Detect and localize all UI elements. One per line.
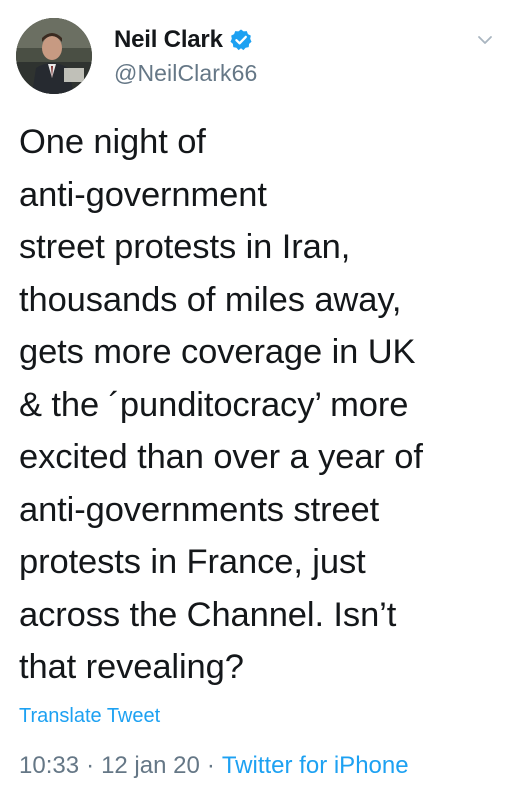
tweet-text-line: that revealing? <box>19 648 244 686</box>
meta-separator: · <box>206 752 215 779</box>
user-handle[interactable]: @NeilClark66 <box>114 60 257 87</box>
display-name-row: Neil Clark <box>114 24 257 56</box>
avatar-image <box>16 18 92 94</box>
display-name[interactable]: Neil Clark <box>114 26 223 54</box>
tweet-date[interactable]: 12 jan 20 <box>101 752 200 779</box>
translate-tweet-link[interactable]: Translate Tweet <box>19 705 160 728</box>
tweet-text: One night of anti-government street prot… <box>19 116 499 694</box>
tweet-text-line: & the ´punditocracy’ more <box>19 385 409 424</box>
tweet-text-line: One night of <box>19 123 206 161</box>
tweet-text-line: thousands of miles away, <box>19 280 402 319</box>
tweet-card: Neil Clark @NeilClark66 One night of ant… <box>0 0 511 800</box>
tweet-text-line: gets more coverage in UK <box>19 333 416 371</box>
tweet-text-line: protests in France, just <box>19 543 366 581</box>
tweet-text-line: anti-government <box>19 175 267 214</box>
author-info: Neil Clark @NeilClark66 <box>114 24 257 87</box>
tweet-text-line: anti-governments street <box>19 490 380 529</box>
tweet-meta: 10:33 · 12 jan 20 · Twitter for iPhone <box>19 752 409 780</box>
tweet-text-line: street protests in Iran, <box>19 228 351 266</box>
verified-badge-icon <box>229 28 253 52</box>
tweet-source-link[interactable]: Twitter for iPhone <box>222 752 409 779</box>
tweet-text-line: excited than over a year of <box>19 438 423 476</box>
tweet-time[interactable]: 10:33 <box>19 752 79 779</box>
meta-separator: · <box>86 752 95 779</box>
tweet-text-line: across the Channel. Isn’t <box>19 595 397 634</box>
avatar[interactable] <box>16 18 92 94</box>
chevron-down-icon[interactable] <box>475 30 495 50</box>
